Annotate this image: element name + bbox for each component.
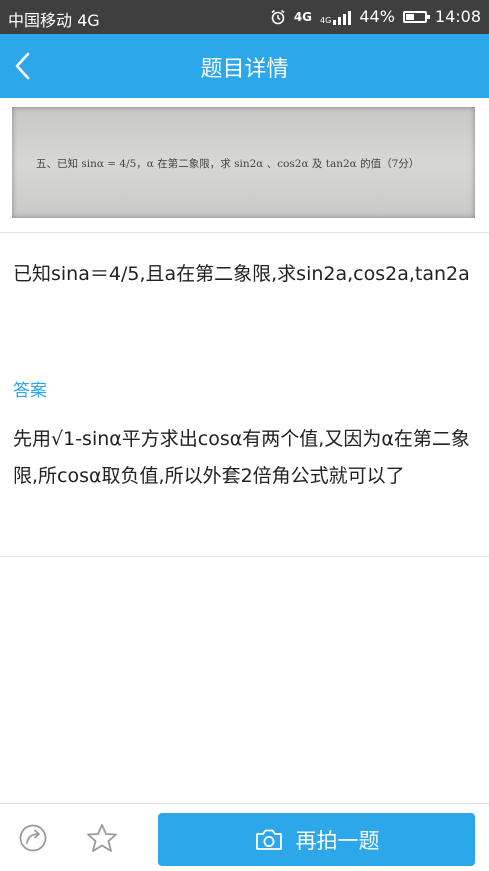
retake-button[interactable]: 再拍一题: [158, 813, 475, 866]
bottom-action-bar: 再拍一题: [0, 803, 489, 871]
camera-icon: [255, 829, 282, 850]
divider: [0, 232, 489, 233]
alarm-icon: [271, 9, 285, 24]
status-bar: 中国移动 4G 4G 4G 44% 14:08: [0, 0, 489, 34]
favorite-button[interactable]: [86, 823, 118, 853]
divider: [0, 556, 489, 557]
answer-label: 答案: [13, 381, 47, 401]
network-type-label-2: 4G: [320, 15, 332, 25]
header-bar: 题目详情: [0, 34, 489, 98]
answer-text: 先用√1-sinα平方求出cosα有两个值,又因为α在第二象限,所cosα取负值…: [13, 428, 470, 487]
status-icons: 4G 4G 44% 14:08: [270, 7, 481, 26]
share-icon: [19, 824, 47, 852]
signal-strength-icon: 4G: [320, 9, 352, 25]
question-photo-text: 五、已知 sinα = 4/5，α 在第二象限，求 sin2α 、cos2α 及…: [36, 157, 420, 170]
retake-label: 再拍一题: [295, 828, 380, 853]
star-icon: [87, 824, 117, 852]
clock: 14:08: [434, 7, 481, 26]
question-photo[interactable]: 五、已知 sinα = 4/5，α 在第二象限，求 sin2α 、cos2α 及…: [12, 107, 475, 218]
page-title: 题目详情: [200, 57, 289, 82]
share-button[interactable]: [18, 823, 48, 853]
battery-icon: [402, 10, 430, 23]
network-type-label: 4G: [293, 9, 313, 24]
carrier-label: 中国移动 4G: [8, 11, 100, 30]
question-text: 已知sina＝4/5,且a在第二象限,求sin2a,cos2a,tan2a: [13, 263, 470, 285]
battery-percent: 44%: [359, 7, 395, 26]
